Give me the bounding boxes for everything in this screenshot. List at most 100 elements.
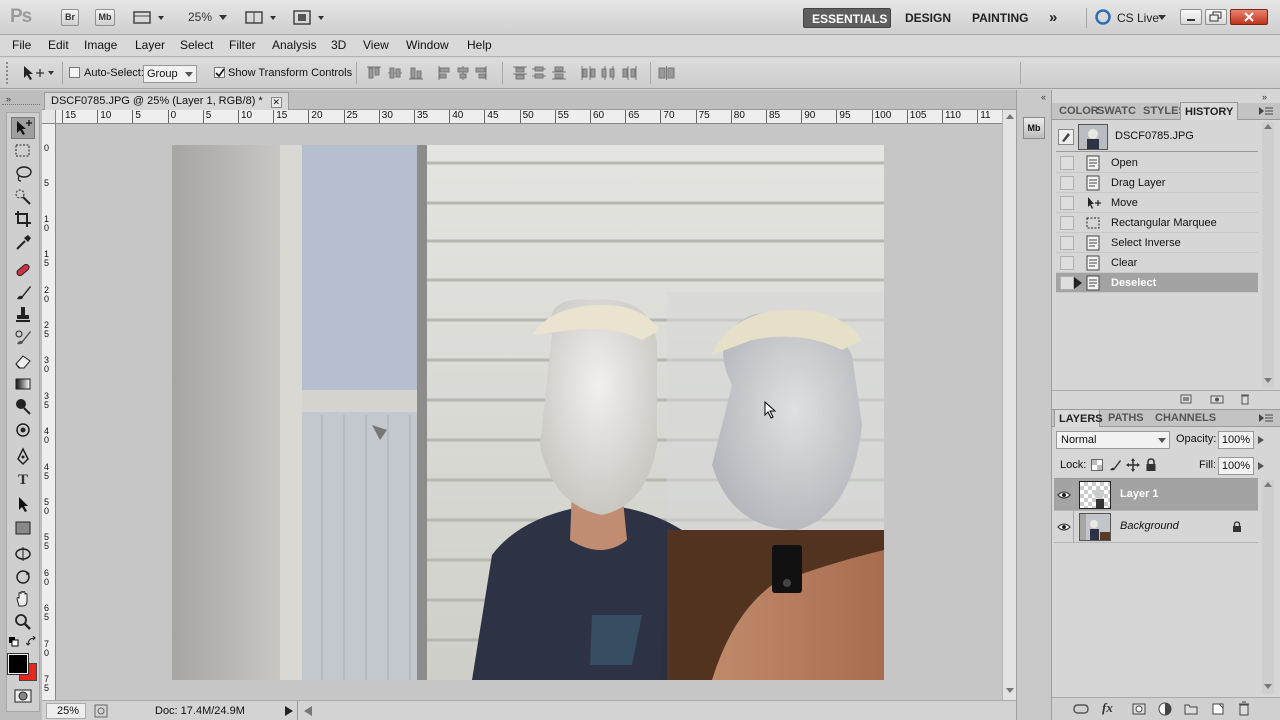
layer-1-name[interactable]: Layer 1 [1120,488,1159,500]
new-document-from-state-icon[interactable] [1180,394,1192,404]
layers-panel-menu-icon[interactable] [1259,414,1273,423]
adjustment-layer-icon[interactable] [1158,702,1172,716]
3d-rotate-tool-icon[interactable] [13,544,33,564]
quick-selection-tool-icon[interactable] [13,187,33,207]
view-extras-dropdown[interactable] [132,9,168,26]
minimize-button[interactable] [1180,9,1202,25]
move-tool-icon[interactable] [13,118,33,138]
mini-bridge-panel-icon[interactable]: Mb [1023,117,1045,139]
clone-stamp-tool-icon[interactable] [13,305,33,325]
zoom-level[interactable]: 25% [188,10,212,24]
menu-window[interactable]: Window [406,38,449,52]
history-state-row[interactable]: Open [1056,153,1258,173]
history-state-row[interactable]: Clear [1056,253,1258,273]
history-state-row[interactable]: Drag Layer [1056,173,1258,193]
lock-image-pixels-icon[interactable] [1108,458,1122,472]
history-brush-source-toggle[interactable] [1060,256,1074,270]
layer-visibility-toggle[interactable] [1054,511,1074,543]
show-transform-controls-checkbox[interactable] [214,67,225,78]
menu-3d[interactable]: 3D [331,38,346,52]
history-scroll-down-icon[interactable] [1264,378,1272,384]
scroll-up-icon[interactable] [1006,114,1014,120]
workspace-painting[interactable]: PAINTING [964,8,1036,28]
background-layer-name[interactable]: Background [1120,520,1179,532]
history-brush-source-toggle[interactable] [1060,156,1074,170]
cs-live-label[interactable]: CS Live [1117,11,1159,25]
ruler-origin[interactable] [42,110,56,124]
menu-filter[interactable]: Filter [229,38,256,52]
bridge-button[interactable]: Br [61,9,79,26]
layer-visibility-toggle[interactable] [1054,479,1074,511]
fill-slider-arrow-icon[interactable] [1257,461,1265,471]
lasso-tool-icon[interactable] [13,164,33,184]
swap-colors-icon[interactable] [26,636,38,648]
path-selection-tool-icon[interactable] [13,494,33,514]
foreground-color-swatch[interactable] [7,653,29,675]
delete-layer-icon[interactable] [1238,701,1250,716]
menu-image[interactable]: Image [84,38,117,52]
zoom-tool-icon[interactable] [13,612,33,632]
lock-all-icon[interactable] [1145,458,1157,472]
status-info-icon[interactable] [94,704,108,718]
history-panel-menu-icon[interactable] [1259,107,1273,116]
rectangular-marquee-tool-icon[interactable] [13,141,33,161]
rectangle-tool-icon[interactable] [13,518,33,538]
gradient-tool-icon[interactable] [13,374,33,394]
history-state-slider-icon[interactable] [1074,277,1082,289]
collapse-panels-icon[interactable]: » [1262,92,1267,102]
menu-help[interactable]: Help [467,38,492,52]
history-brush-source-icon[interactable] [1058,129,1074,145]
collapse-toolbox-icon[interactable]: » [6,94,11,104]
tab-layers[interactable]: LAYERS [1054,409,1103,427]
restore-button[interactable] [1205,9,1227,25]
lock-position-icon[interactable] [1126,458,1140,472]
history-brush-source-toggle[interactable] [1060,276,1074,290]
brush-tool-icon[interactable] [13,283,33,303]
auto-select-checkbox[interactable] [69,67,80,78]
close-button[interactable] [1230,9,1268,25]
link-layers-icon[interactable] [1072,703,1090,715]
default-colors-icon[interactable] [8,636,20,648]
delete-state-icon[interactable] [1240,393,1250,405]
status-menu-arrow-icon[interactable] [285,706,293,716]
zoom-chevron-down-icon[interactable] [218,14,228,22]
eraser-tool-icon[interactable] [13,351,33,371]
tab-channels[interactable]: CHANNELS [1151,409,1220,427]
workspace-essentials[interactable]: ESSENTIALS [803,8,891,28]
tab-paths[interactable]: PATHS [1104,409,1148,427]
document-tab[interactable]: DSCF0785.JPG @ 25% (Layer 1, RGB/8) * ✕ [44,92,289,110]
eyedropper-tool-icon[interactable] [13,232,33,252]
history-scrollbar[interactable] [1262,122,1274,388]
menu-select[interactable]: Select [180,38,213,52]
history-state-row[interactable]: Rectangular Marquee [1056,213,1258,233]
auto-align-layers-icon[interactable] [657,64,677,82]
healing-brush-tool-icon[interactable] [13,260,33,280]
tool-preset-picker[interactable] [18,63,58,83]
mini-bridge-button[interactable]: Mb [95,9,115,26]
layer-row-background[interactable]: Background [1054,511,1258,543]
menu-view[interactable]: View [363,38,389,52]
more-workspaces-button[interactable]: » [1041,8,1065,28]
history-brush-tool-icon[interactable] [13,328,33,348]
create-snapshot-icon[interactable] [1210,394,1224,404]
align-buttons-group[interactable] [366,64,496,82]
cs-live-icon[interactable] [1095,9,1111,25]
history-brush-source-toggle[interactable] [1060,236,1074,250]
tab-history[interactable]: HISTORY [1180,102,1238,120]
layers-scroll-up-icon[interactable] [1264,482,1272,488]
vertical-scrollbar[interactable] [1002,110,1016,700]
dodge-tool-icon[interactable] [13,397,33,417]
arrange-documents-dropdown[interactable] [244,9,280,26]
options-bar-grip[interactable] [6,62,10,84]
add-layer-mask-icon[interactable] [1132,703,1146,715]
fill-input[interactable]: 100% [1218,457,1254,475]
status-zoom-field[interactable]: 25% [46,703,86,719]
history-brush-source-toggle[interactable] [1060,176,1074,190]
type-tool-icon[interactable]: T [13,470,33,490]
history-state-row[interactable]: Select Inverse [1056,233,1258,253]
distribute-buttons-group[interactable] [512,64,642,82]
history-brush-source-toggle[interactable] [1060,196,1074,210]
cs-live-chevron-down-icon[interactable] [1158,15,1167,21]
menu-analysis[interactable]: Analysis [272,38,317,52]
quick-mask-icon[interactable] [13,688,33,704]
